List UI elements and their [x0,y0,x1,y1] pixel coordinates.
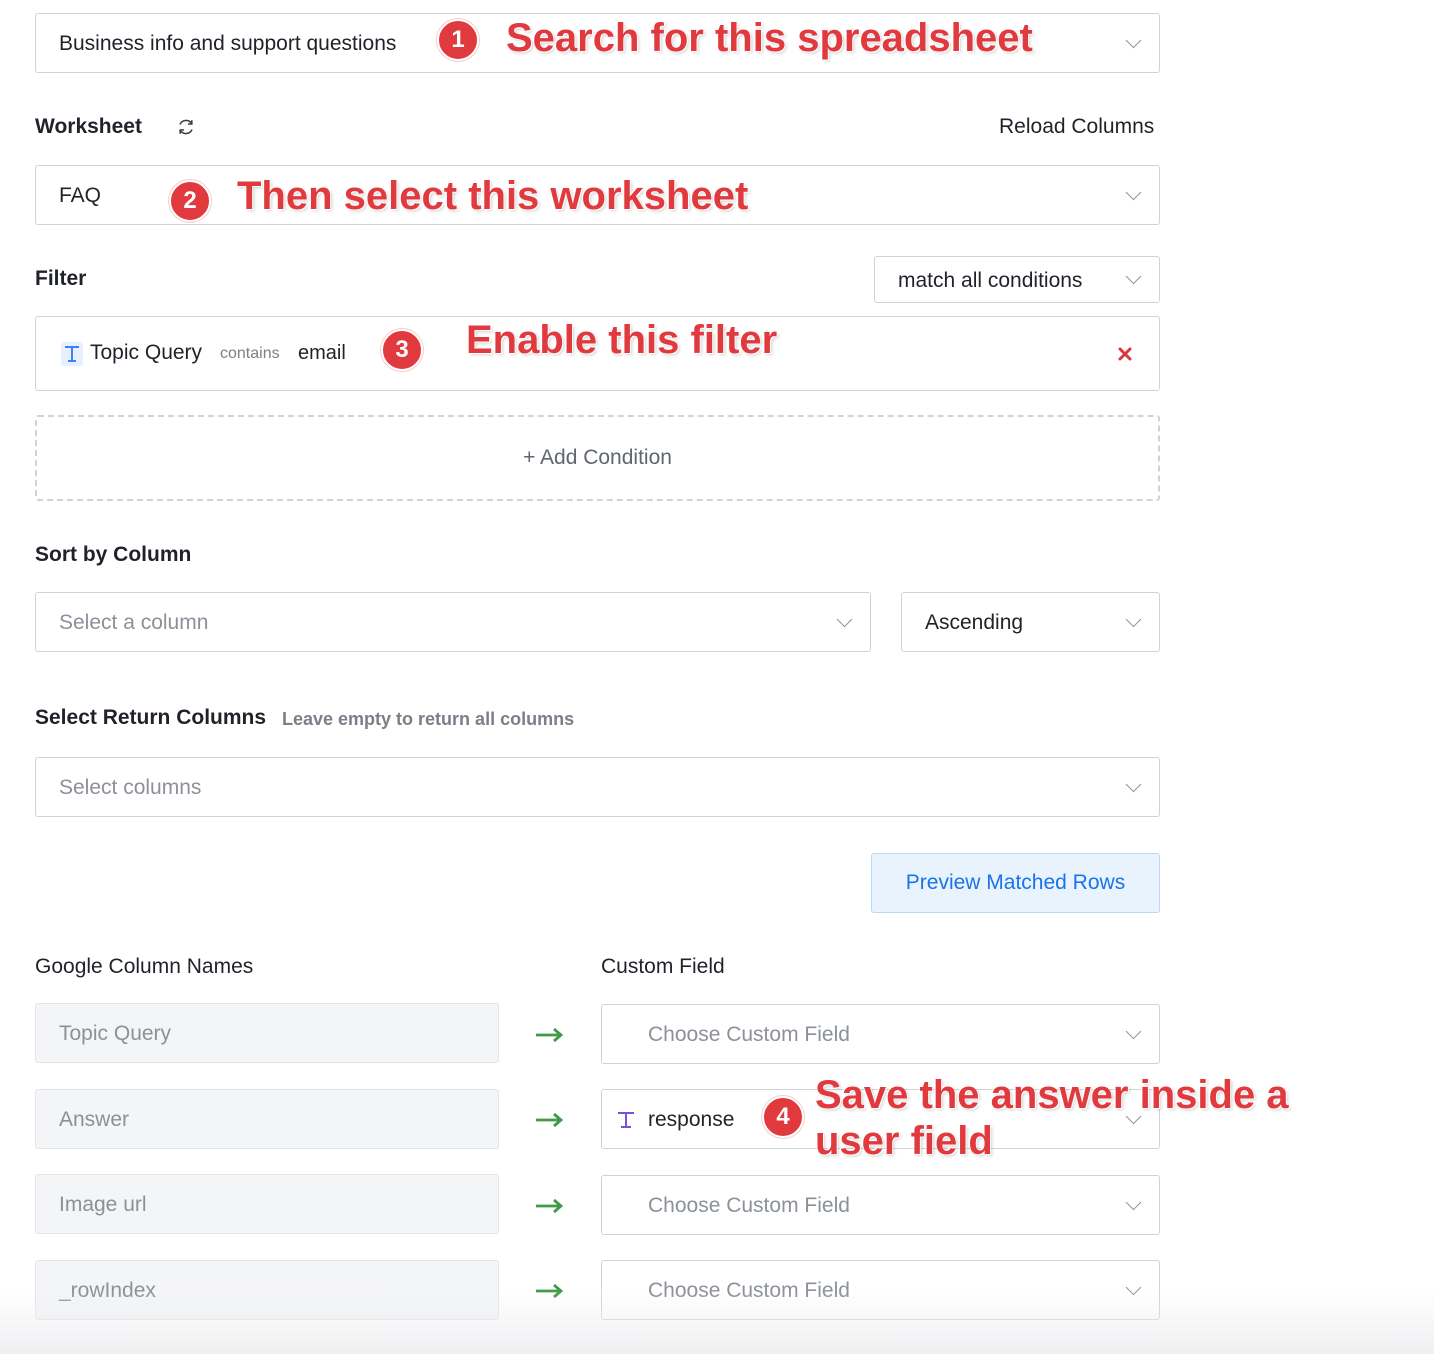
worksheet-select-value: FAQ [59,184,102,207]
custom-field-placeholder: Choose Custom Field [648,1023,850,1046]
chevron-down-icon [1125,611,1142,628]
return-columns-label: Select Return Columns [35,706,267,729]
step-badge-2: 2 [169,180,211,222]
chevron-down-icon [1125,776,1142,793]
google-column-name: Answer [59,1108,130,1131]
custom-field-header: Custom Field [601,955,725,978]
sort-order-value: Ascending [925,611,1024,634]
google-column-field: _rowIndex [35,1260,499,1320]
google-column-names-header: Google Column Names [35,955,254,978]
preview-matched-rows-button[interactable]: Preview Matched Rows [871,853,1160,913]
step-badge-4: 4 [762,1096,804,1138]
sort-column-placeholder: Select a column [59,611,209,634]
arrow-right-icon [535,1281,565,1301]
refresh-icon[interactable] [175,116,197,138]
add-condition-button[interactable]: + Add Condition [35,415,1160,501]
custom-field-placeholder: Choose Custom Field [648,1194,850,1217]
return-columns-hint: Leave empty to return all columns [282,709,575,729]
arrow-right-icon [535,1196,565,1216]
sort-column-select[interactable]: Select a column [35,592,871,652]
custom-field-select[interactable]: Choose Custom Field [601,1175,1160,1235]
chevron-down-icon [1125,184,1142,201]
filter-label: Filter [35,267,87,290]
return-columns-select[interactable]: Select columns [35,757,1160,817]
chevron-down-icon [1125,268,1142,285]
google-column-field: Topic Query [35,1003,499,1063]
filter-condition-field: Topic Query [90,341,203,364]
google-column-name: Image url [59,1193,147,1216]
text-type-icon [615,1109,637,1131]
custom-field-select[interactable]: Choose Custom Field [601,1260,1160,1320]
annotation-save-answer-line1: Save the answer inside a [815,1073,1289,1117]
arrow-right-icon [535,1025,565,1045]
custom-field-value: response [648,1108,735,1131]
chevron-down-icon [1125,1279,1142,1296]
preview-matched-rows-label: Preview Matched Rows [905,871,1126,894]
chevron-down-icon [1125,1023,1142,1040]
step-badge-1: 1 [437,19,479,61]
chevron-down-icon [836,611,853,628]
google-column-field: Answer [35,1089,499,1149]
sort-order-select[interactable]: Ascending [901,592,1160,652]
chevron-down-icon [1125,32,1142,49]
reload-columns-link[interactable]: Reload Columns [999,115,1154,139]
return-columns-placeholder: Select columns [59,776,202,799]
chevron-down-icon [1125,1194,1142,1211]
sort-label: Sort by Column [35,543,192,566]
google-column-name: Topic Query [59,1022,172,1045]
add-condition-label: + Add Condition [523,446,672,469]
filter-match-value: match all conditions [898,269,1083,292]
custom-field-select[interactable]: Choose Custom Field [601,1004,1160,1064]
worksheet-label: Worksheet [35,115,142,138]
filter-condition-operator: contains [220,345,280,362]
spreadsheet-select-value: Business info and support questions [59,32,397,55]
annotation-select-worksheet: Then select this worksheet [237,174,749,218]
close-icon[interactable] [1117,346,1133,362]
annotation-save-answer-line2: user field [815,1119,993,1163]
filter-condition-value: email [298,342,346,364]
filter-match-select[interactable]: match all conditions [874,256,1160,303]
annotation-search-spreadsheet: Search for this spreadsheet [506,16,1033,60]
google-column-name: _rowIndex [59,1279,156,1302]
annotation-enable-filter: Enable this filter [466,318,778,362]
custom-field-placeholder: Choose Custom Field [648,1279,850,1302]
step-badge-3: 3 [381,329,423,371]
text-type-icon [61,342,83,366]
arrow-right-icon [535,1110,565,1130]
google-column-field: Image url [35,1174,499,1234]
